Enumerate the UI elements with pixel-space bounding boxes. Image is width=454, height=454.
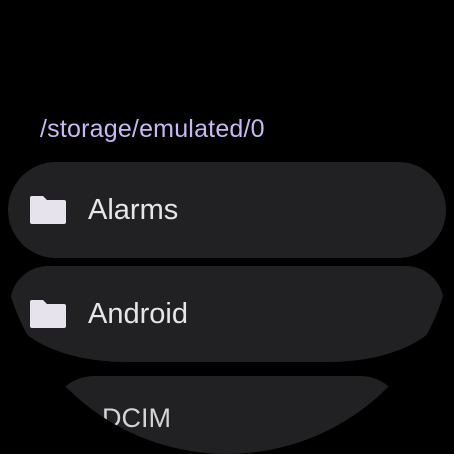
folder-icon	[30, 300, 66, 328]
folder-label: Android	[88, 298, 188, 330]
list-item-alarms[interactable]: Alarms	[8, 162, 446, 258]
list-item-android[interactable]: Android	[10, 266, 444, 362]
list-item-dcim[interactable]: DCIM	[30, 376, 404, 454]
folder-icon	[30, 196, 66, 224]
current-path: /storage/emulated/0	[40, 115, 265, 143]
folder-label: DCIM	[102, 403, 171, 433]
watch-screen: /storage/emulated/0 Alarms Android DCIM	[0, 0, 454, 454]
folder-label: Alarms	[88, 194, 179, 226]
folder-icon	[30, 406, 66, 434]
